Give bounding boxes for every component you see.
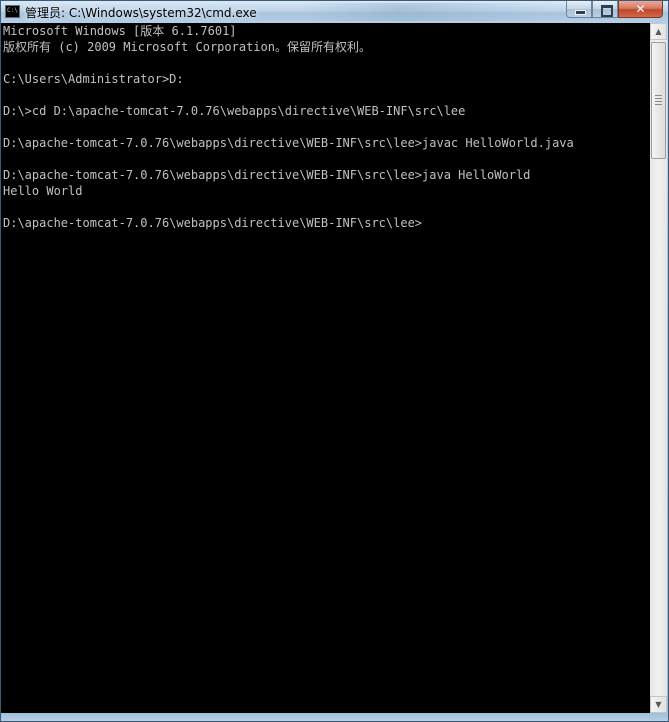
caption-buttons: ✕ (566, 1, 663, 19)
vertical-scrollbar[interactable]: ▲ ▼ (650, 23, 667, 713)
console-prompt-line: D:\apache-tomcat-7.0.76\webapps\directiv… (3, 216, 423, 230)
minimize-icon (575, 10, 586, 15)
console-line: D:\>cd D:\apache-tomcat-7.0.76\webapps\d… (3, 104, 466, 118)
cmd-window: C:\ 管理员: C:\Windows\system32\cmd.exe ✕ M… (0, 0, 669, 722)
console-line: C:\Users\Administrator>D: (3, 72, 184, 86)
window-bottom-border (1, 713, 668, 721)
console-line: D:\apache-tomcat-7.0.76\webapps\directiv… (3, 136, 574, 150)
maximize-button[interactable] (592, 1, 618, 18)
console-output[interactable]: Microsoft Windows [版本 6.1.7601] 版权所有 (c)… (1, 23, 650, 713)
console-line: Hello World (3, 184, 83, 198)
grip-line (655, 95, 662, 96)
scrollbar-thumb[interactable] (651, 42, 666, 159)
window-title: 管理员: C:\Windows\system32\cmd.exe (25, 6, 257, 20)
title-bar[interactable]: C:\ 管理员: C:\Windows\system32\cmd.exe ✕ (1, 1, 668, 23)
scroll-up-button[interactable]: ▲ (650, 23, 667, 40)
grip-line (655, 101, 662, 102)
console-line: 版权所有 (c) 2009 Microsoft Corporation。保留所有… (3, 40, 371, 54)
cmd-icon-text: C:\ (7, 7, 18, 14)
console-line: Microsoft Windows [版本 6.1.7601] (3, 24, 237, 38)
grip-line (655, 98, 662, 99)
arrow-up-icon: ▲ (655, 27, 662, 36)
close-button[interactable]: ✕ (618, 1, 663, 18)
console-line: D:\apache-tomcat-7.0.76\webapps\directiv… (3, 168, 531, 182)
close-icon: ✕ (635, 2, 646, 16)
scroll-down-button[interactable]: ▼ (650, 696, 667, 713)
cmd-icon[interactable]: C:\ (5, 5, 20, 18)
arrow-down-icon: ▼ (655, 700, 662, 709)
maximize-icon (601, 5, 613, 17)
minimize-button[interactable] (566, 1, 592, 18)
grip-line (655, 104, 662, 105)
